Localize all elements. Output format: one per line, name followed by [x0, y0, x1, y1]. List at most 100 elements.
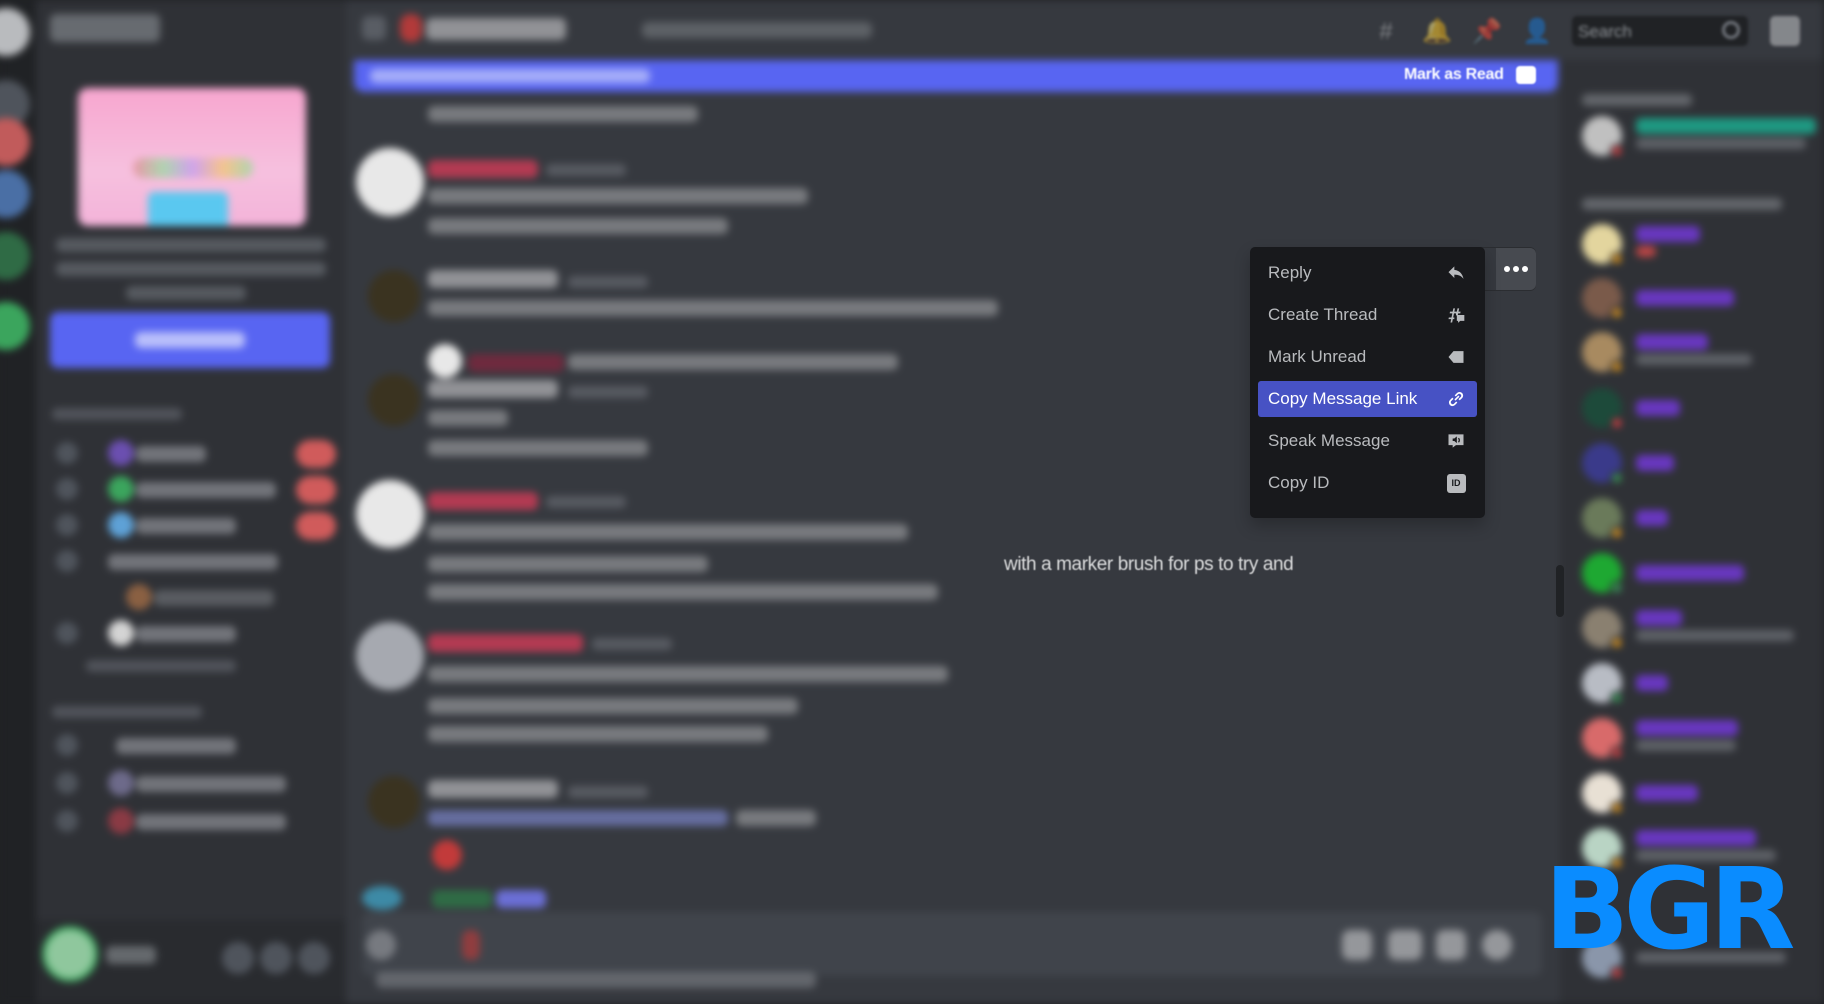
- channel-item[interactable]: [56, 730, 316, 760]
- message-composer[interactable]: [362, 912, 1542, 976]
- message-text: [428, 698, 798, 714]
- member-list-icon[interactable]: 👤: [1522, 18, 1552, 46]
- member-item[interactable]: [1582, 332, 1822, 376]
- reply-preview[interactable]: [568, 354, 898, 370]
- banner-text: [56, 262, 326, 276]
- channel-topic[interactable]: [642, 22, 872, 38]
- banner-cake: [148, 192, 228, 226]
- member-item[interactable]: [1582, 443, 1822, 487]
- message-text: [428, 666, 948, 682]
- username[interactable]: [432, 890, 492, 908]
- avatar[interactable]: [368, 776, 420, 828]
- search-input[interactable]: Search: [1572, 16, 1748, 46]
- chat-scrollbar[interactable]: [1556, 565, 1564, 617]
- sticker-button[interactable]: [1436, 930, 1466, 960]
- typing-indicator: [376, 972, 816, 988]
- timestamp: [546, 164, 626, 176]
- menu-item-copy-message-link[interactable]: Copy Message Link: [1258, 381, 1477, 417]
- server-icon[interactable]: [0, 302, 30, 350]
- dot: [1513, 266, 1519, 272]
- deafen-button[interactable]: [260, 942, 292, 974]
- member-item[interactable]: [1582, 553, 1822, 597]
- member-item[interactable]: [1582, 718, 1822, 762]
- user-panel: [36, 920, 346, 1004]
- mute-button[interactable]: [222, 942, 254, 974]
- inbox-icon[interactable]: [1770, 16, 1800, 46]
- discord-window: # 🔔 📌 👤 Search Mark as Read with a marke…: [0, 0, 1824, 1004]
- avatar[interactable]: [368, 374, 420, 426]
- channel-item[interactable]: [56, 806, 316, 836]
- id-badge: ID: [1446, 473, 1466, 493]
- username[interactable]: [428, 780, 558, 798]
- message-context-menu: Reply Create Thread Mark Unread Copy Mes…: [1250, 247, 1485, 518]
- member-item[interactable]: [1582, 663, 1822, 707]
- channel-item[interactable]: [86, 660, 236, 672]
- server-icon[interactable]: [0, 8, 30, 56]
- gif-button[interactable]: [1388, 930, 1422, 960]
- username[interactable]: [428, 160, 538, 178]
- channel-title: [426, 18, 566, 40]
- member-item[interactable]: [1582, 116, 1822, 160]
- channel-category[interactable]: [52, 706, 202, 718]
- gift-button[interactable]: [1342, 930, 1372, 960]
- channel-item[interactable]: [56, 768, 316, 798]
- avatar[interactable]: [362, 886, 402, 910]
- channel-item[interactable]: [56, 618, 316, 648]
- server-icon[interactable]: [0, 118, 30, 166]
- bgr-watermark-logo: BGR: [1544, 845, 1796, 975]
- threads-icon[interactable]: #: [1372, 18, 1400, 46]
- settings-button[interactable]: [298, 942, 330, 974]
- banner-decoration: [133, 158, 253, 178]
- new-messages-bar[interactable]: [354, 60, 1558, 92]
- avatar[interactable]: [356, 622, 424, 690]
- username[interactable]: [428, 270, 558, 288]
- member-item[interactable]: [1582, 608, 1822, 652]
- channel-item[interactable]: [56, 510, 336, 540]
- menu-item-reply[interactable]: Reply: [1258, 255, 1477, 291]
- member-item[interactable]: [1582, 498, 1822, 542]
- banner-text: [126, 286, 246, 300]
- menu-item-mark-unread[interactable]: Mark Unread: [1258, 339, 1477, 375]
- member-item[interactable]: [1582, 224, 1822, 268]
- menu-item-speak-message[interactable]: Speak Message: [1258, 423, 1477, 459]
- reply-avatar: [428, 344, 462, 378]
- avatar[interactable]: [356, 480, 424, 548]
- boost-button[interactable]: [50, 312, 330, 368]
- attach-button[interactable]: [366, 930, 396, 960]
- menu-item-create-thread[interactable]: Create Thread: [1258, 297, 1477, 333]
- username[interactable]: [428, 380, 558, 398]
- server-icon[interactable]: [0, 170, 30, 218]
- channel-item[interactable]: [56, 474, 336, 504]
- pin-icon[interactable]: 📌: [1472, 18, 1502, 46]
- reaction[interactable]: [432, 840, 462, 870]
- username[interactable]: [428, 492, 538, 510]
- more-options-button[interactable]: [1496, 248, 1536, 290]
- avatar[interactable]: [356, 148, 424, 216]
- member-item[interactable]: [1582, 278, 1822, 322]
- notification-bell-icon[interactable]: 🔔: [1422, 18, 1452, 46]
- thread-item[interactable]: [84, 582, 344, 612]
- message-text: [736, 810, 816, 826]
- member-item[interactable]: [1582, 773, 1822, 817]
- channel-category[interactable]: [52, 408, 182, 420]
- username[interactable]: [428, 634, 583, 652]
- timestamp: [546, 496, 626, 508]
- emoji-button[interactable]: [1482, 930, 1512, 960]
- server-boost-banner: [78, 88, 306, 226]
- menu-item-label: Copy ID: [1268, 473, 1330, 492]
- user-avatar[interactable]: [42, 926, 98, 982]
- timestamp: [568, 276, 648, 288]
- mention[interactable]: [428, 810, 728, 826]
- member-item[interactable]: [1582, 388, 1822, 432]
- server-name[interactable]: [50, 14, 160, 42]
- reply-username[interactable]: [468, 354, 564, 372]
- channel-item[interactable]: [56, 546, 316, 576]
- menu-item-copy-id[interactable]: Copy ID ID: [1258, 465, 1477, 501]
- timestamp: [568, 386, 648, 398]
- channel-hash-icon: [362, 16, 386, 40]
- server-icon[interactable]: [0, 232, 30, 280]
- channel-item[interactable]: [56, 438, 336, 468]
- mark-as-read-button[interactable]: Mark as Read: [1404, 66, 1504, 84]
- avatar[interactable]: [368, 270, 420, 322]
- message-text: [428, 584, 938, 600]
